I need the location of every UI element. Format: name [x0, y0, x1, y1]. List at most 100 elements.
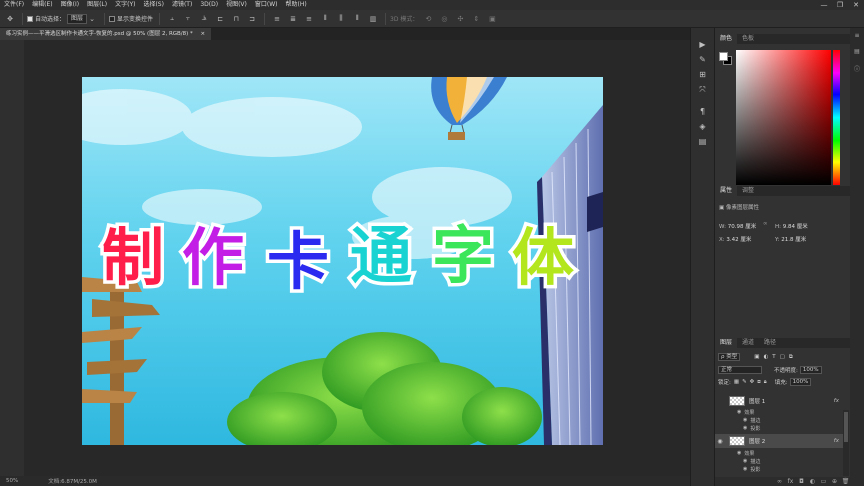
new-layer-icon[interactable]: ⊕: [829, 478, 840, 485]
blend-mode-dropdown[interactable]: 正常: [718, 366, 762, 374]
fx-icon[interactable]: fx: [834, 398, 839, 404]
lock-artboard-icon[interactable]: ⧈: [757, 379, 761, 386]
chevron-down-icon[interactable]: ⌄: [86, 13, 98, 25]
effects-row[interactable]: ◉ 效果: [737, 408, 754, 416]
eye-icon[interactable]: ◉: [737, 409, 741, 415]
effect-row[interactable]: ◉ 投影: [743, 465, 760, 473]
menu-window[interactable]: 窗口(W): [251, 0, 282, 10]
color-picker-field[interactable]: [736, 50, 831, 185]
menu-file[interactable]: 文件(F): [0, 0, 28, 10]
scroll-thumb[interactable]: [844, 412, 848, 442]
rotate-3d-icon[interactable]: ⟲: [422, 13, 434, 25]
distribute-bottom-icon[interactable]: ≡: [303, 13, 315, 25]
roll-3d-icon[interactable]: ◎: [438, 13, 450, 25]
drag-3d-icon[interactable]: ✣: [454, 13, 466, 25]
menu-3d[interactable]: 3D(D): [196, 0, 222, 10]
menu-layer[interactable]: 图层(L): [83, 0, 111, 10]
eye-icon[interactable]: ◉: [737, 450, 741, 456]
eye-icon[interactable]: ◉: [743, 425, 747, 431]
distribute-hcenter-icon[interactable]: ⫼: [335, 13, 347, 25]
close-tab-icon[interactable]: ×: [201, 31, 206, 37]
width-value[interactable]: 70.98 厘米: [728, 224, 757, 230]
tab-adjustments[interactable]: 调整: [737, 186, 759, 196]
filter-smart-icon[interactable]: ⧉: [789, 354, 793, 361]
tab-color[interactable]: 颜色: [715, 34, 738, 44]
panel-menu-icon[interactable]: ≡: [852, 32, 862, 41]
align-vcenter-icon[interactable]: ⫟: [182, 13, 194, 25]
auto-select-target-dropdown[interactable]: 图层: [67, 13, 88, 24]
lock-move-icon[interactable]: ✥: [750, 379, 755, 385]
menu-help[interactable]: 帮助(H): [282, 0, 311, 10]
history-icon[interactable]: ▶: [697, 40, 709, 50]
tab-layers[interactable]: 图层: [715, 338, 738, 348]
y-value[interactable]: 21.8 厘米: [781, 237, 806, 243]
distribute-vcenter-icon[interactable]: ≣: [287, 13, 299, 25]
paragraph-icon[interactable]: ¶: [697, 107, 709, 117]
restore-button[interactable]: ❐: [832, 0, 848, 10]
document-tab[interactable]: 练习实例——平滑选区制作卡通文字-恢复的.psd @ 50% (图层 2, RG…: [0, 28, 212, 40]
fill-input[interactable]: 100%: [789, 378, 812, 386]
lock-paint-icon[interactable]: ✎: [742, 379, 747, 385]
effect-row[interactable]: ◉ 投影: [743, 424, 760, 432]
layer-row[interactable]: 图层 1 fx: [715, 394, 843, 408]
align-hcenter-icon[interactable]: ⊓: [230, 13, 242, 25]
layer-name[interactable]: 图层 2: [749, 437, 765, 445]
slide-3d-icon[interactable]: ⇕: [470, 13, 482, 25]
align-bottom-icon[interactable]: ⫡: [198, 13, 210, 25]
auto-align-icon[interactable]: ▥: [367, 13, 379, 25]
show-transform-checkbox[interactable]: [109, 15, 116, 22]
actions-icon[interactable]: ▤: [697, 137, 709, 147]
document-canvas[interactable]: 制 作 卡 通 字 体: [82, 77, 603, 445]
eye-icon[interactable]: ◉: [743, 466, 747, 472]
filter-type-icon[interactable]: T: [772, 354, 775, 360]
filter-pixel-icon[interactable]: ▣: [754, 354, 759, 360]
menu-image[interactable]: 图像(I): [57, 0, 83, 10]
move-tool-icon[interactable]: ✥: [4, 13, 16, 25]
new-adjustment-icon[interactable]: ◐: [807, 478, 818, 485]
add-style-icon[interactable]: fx: [785, 478, 796, 485]
eye-icon[interactable]: ◉: [715, 438, 725, 445]
filter-shape-icon[interactable]: ▢: [780, 354, 785, 360]
distribute-right-icon[interactable]: ⫴: [351, 13, 363, 25]
x-value[interactable]: 3.42 厘米: [726, 237, 751, 243]
align-left-icon[interactable]: ⊏: [214, 13, 226, 25]
tab-channels[interactable]: 通道: [737, 338, 759, 348]
layers-scrollbar[interactable]: [843, 410, 849, 476]
distribute-left-icon[interactable]: ⫴: [319, 13, 331, 25]
zoom-level[interactable]: 50%: [6, 478, 18, 484]
fx-icon[interactable]: fx: [834, 438, 839, 444]
align-right-icon[interactable]: ⊐: [246, 13, 258, 25]
menu-type[interactable]: 文字(Y): [111, 0, 139, 10]
tab-swatches[interactable]: 色板: [737, 34, 759, 44]
link-icon[interactable]: ∞: [763, 221, 768, 227]
distribute-top-icon[interactable]: ≡: [271, 13, 283, 25]
eye-icon[interactable]: ◉: [743, 417, 747, 423]
scale-3d-icon[interactable]: ▣: [486, 13, 498, 25]
menu-select[interactable]: 选择(S): [139, 0, 168, 10]
tab-paths[interactable]: 路径: [759, 338, 781, 348]
align-top-icon[interactable]: ⫠: [166, 13, 178, 25]
menu-filter[interactable]: 滤镜(T): [168, 0, 196, 10]
effects-row[interactable]: ◉ 效果: [737, 449, 754, 457]
height-value[interactable]: 9.84 厘米: [783, 224, 808, 230]
hue-slider[interactable]: [833, 50, 840, 185]
clone-source-icon[interactable]: ⤧: [697, 85, 709, 95]
navigator-icon[interactable]: ◈: [697, 122, 709, 132]
filter-adjust-icon[interactable]: ◐: [763, 354, 768, 360]
add-mask-icon[interactable]: ◘: [796, 478, 807, 485]
link-layers-icon[interactable]: ∞: [774, 478, 785, 485]
effect-row[interactable]: ◉ 描边: [743, 457, 760, 465]
menu-view[interactable]: 视图(V): [222, 0, 251, 10]
new-group-icon[interactable]: ▭: [818, 478, 829, 485]
info-icon[interactable]: ⓘ: [852, 64, 862, 73]
layer-filter-kind[interactable]: ρ 类型: [718, 353, 741, 361]
character-icon[interactable]: ⊞: [697, 70, 709, 80]
auto-select-checkbox[interactable]: [27, 15, 33, 22]
close-button[interactable]: ✕: [848, 0, 864, 10]
layer-row[interactable]: ◉ 图层 2 fx: [715, 434, 843, 448]
menu-edit[interactable]: 编辑(E): [28, 0, 56, 10]
foreground-color-swatch[interactable]: [719, 52, 728, 61]
lock-transparency-icon[interactable]: ▦: [734, 379, 739, 385]
opacity-input[interactable]: 100%: [799, 366, 822, 374]
eye-icon[interactable]: ◉: [743, 458, 747, 464]
